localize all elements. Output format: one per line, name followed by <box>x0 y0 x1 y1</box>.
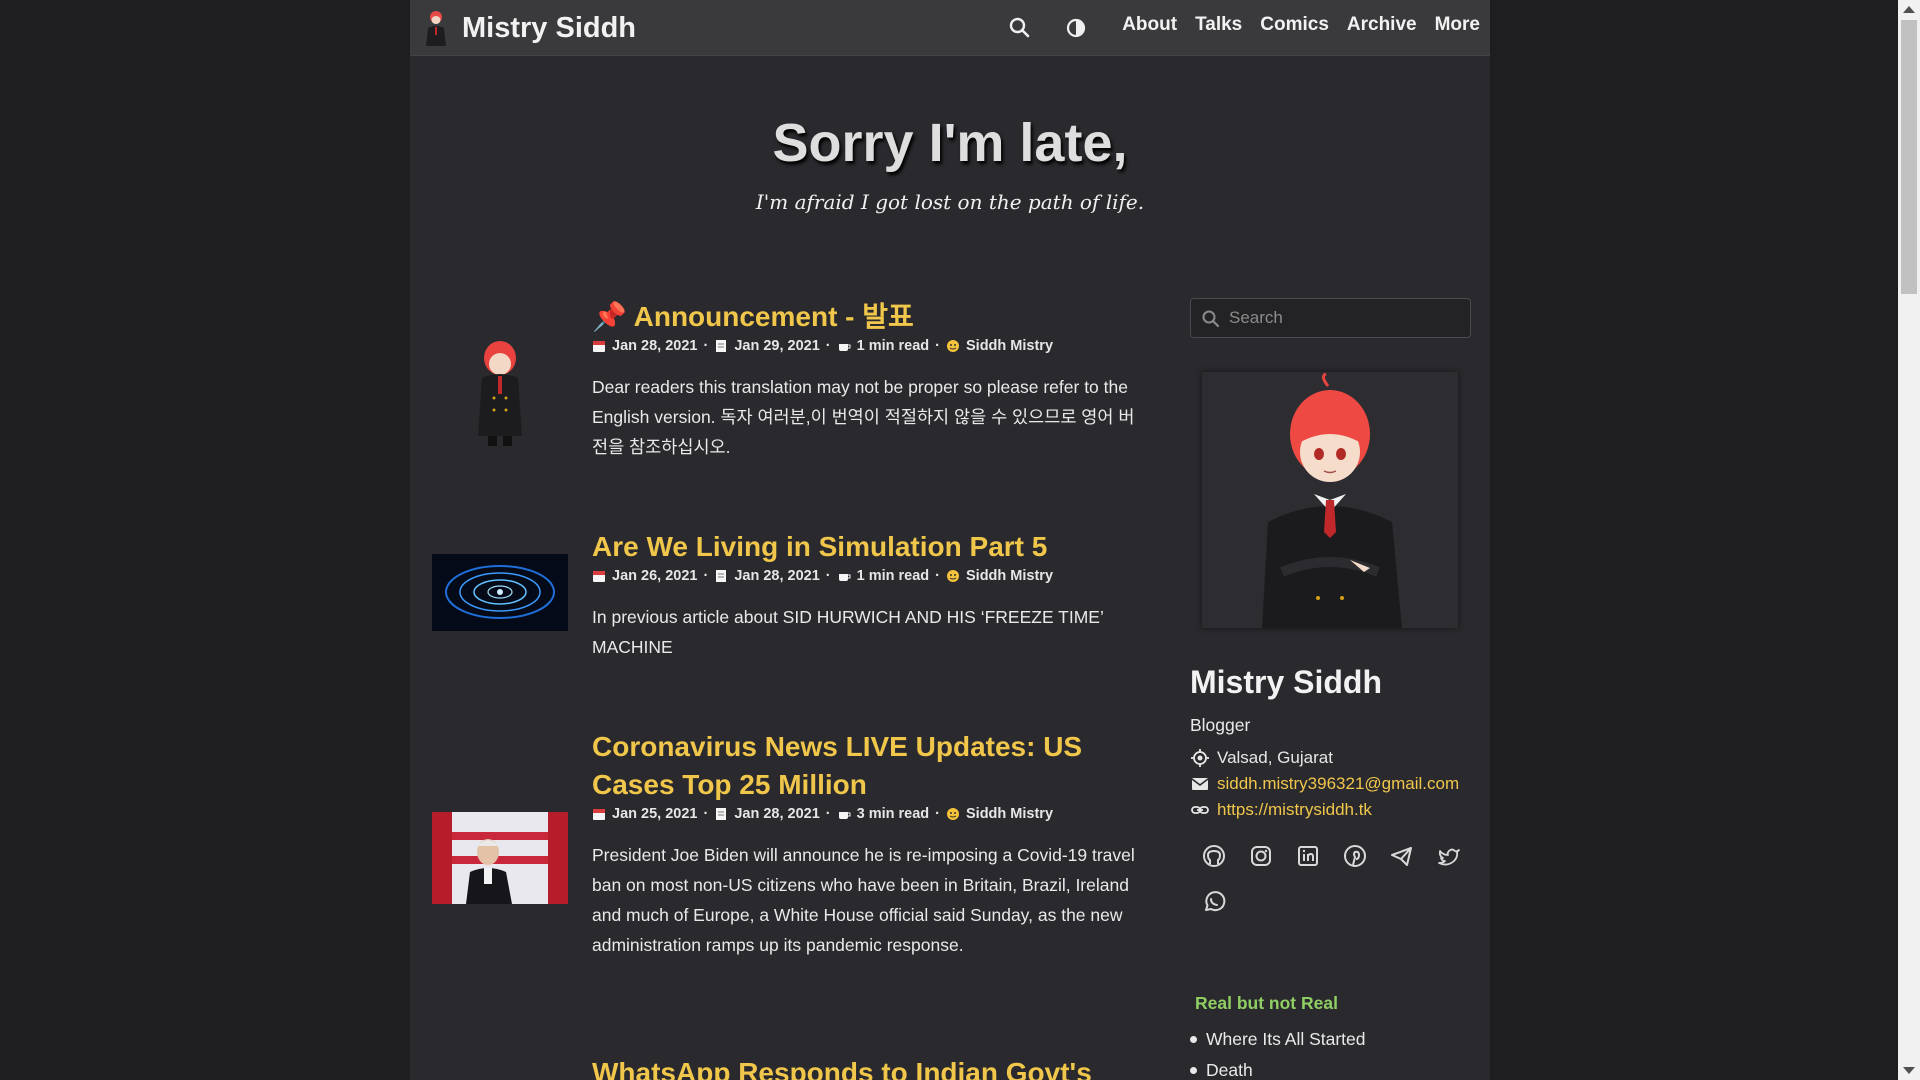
whatsapp-icon[interactable] <box>1200 888 1228 916</box>
pinterest-icon[interactable] <box>1341 842 1369 870</box>
post-body: Coronavirus News LIVE Updates: US Cases … <box>592 728 1137 960</box>
post-body: 📌 Announcement - 발표 Jan 28, 2021 · Jan 2… <box>592 298 1137 462</box>
meta-separator: · <box>825 568 831 584</box>
nav-link-talks[interactable]: Talks <box>1195 14 1242 36</box>
meta-separator: · <box>935 568 940 584</box>
post-read-time: 1 min read <box>856 568 930 584</box>
brand-link[interactable]: Mistry Siddh <box>422 8 636 48</box>
profile-name: Mistry Siddh <box>1190 664 1383 700</box>
memo-icon <box>716 808 727 820</box>
post-date: Jan 28, 2021 <box>612 338 698 354</box>
calendar-icon <box>593 571 605 582</box>
scrollbar-thumb[interactable] <box>1901 20 1917 294</box>
meta-separator: · <box>935 338 940 354</box>
link-icon <box>1191 806 1209 814</box>
search-icon[interactable] <box>1006 14 1034 42</box>
post-meta: Jan 26, 2021 · Jan 28, 2021 · 1 min read… <box>592 568 1137 584</box>
profile-location: Valsad, Gujarat <box>1190 748 1333 768</box>
search-input[interactable] <box>1229 299 1464 337</box>
post-meta: Jan 28, 2021 · Jan 29, 2021 · 1 min read… <box>592 338 1137 354</box>
twitter-icon[interactable] <box>1435 842 1463 870</box>
page-container: Mistry Siddh About Talks Comics Archive … <box>410 0 1490 1080</box>
meta-separator: · <box>825 806 831 822</box>
series-title[interactable]: Real but not Real <box>1195 993 1338 1014</box>
meta-separator: · <box>703 338 709 354</box>
nav-link-archive[interactable]: Archive <box>1347 14 1417 36</box>
scroll-up-icon[interactable] <box>1903 6 1915 13</box>
memo-icon <box>716 570 727 582</box>
meta-separator: · <box>825 338 831 354</box>
post-body: WhatsApp Responds to Indian Govt's <box>592 1054 1137 1080</box>
series-item-label[interactable]: Where Its All Started <box>1206 1024 1366 1055</box>
instagram-icon[interactable] <box>1247 842 1275 870</box>
series-item[interactable]: Death <box>1190 1055 1366 1080</box>
meta-separator: · <box>935 806 940 822</box>
author-icon <box>947 570 959 582</box>
post-body: Are We Living in Simulation Part 5 Jan 2… <box>592 528 1137 662</box>
post-title[interactable]: WhatsApp Responds to Indian Govt's <box>592 1054 1137 1080</box>
nav-link-about[interactable]: About <box>1122 14 1177 36</box>
post-updated: Jan 28, 2021 <box>734 568 820 584</box>
post-date: Jan 26, 2021 <box>612 568 698 584</box>
github-icon[interactable] <box>1200 842 1228 870</box>
author-icon <box>947 340 959 352</box>
author-icon <box>947 808 959 820</box>
telegram-icon[interactable] <box>1388 842 1416 870</box>
post-title-text[interactable]: Announcement - 발표 <box>634 301 914 332</box>
post-read-time: 1 min read <box>856 338 930 354</box>
calendar-icon <box>593 809 605 820</box>
navbar: Mistry Siddh About Talks Comics Archive … <box>410 0 1490 56</box>
nav-link-more[interactable]: More <box>1435 14 1480 36</box>
post-title[interactable]: Coronavirus News LIVE Updates: US Cases … <box>592 728 1137 804</box>
series-item[interactable]: Where Its All Started <box>1190 1024 1366 1055</box>
website-link[interactable]: https://mistrysiddh.tk <box>1217 800 1372 820</box>
post-meta: Jan 25, 2021 · Jan 28, 2021 · 3 min read… <box>592 806 1137 822</box>
profile-role: Blogger <box>1190 715 1251 735</box>
sidebar-search <box>1190 298 1471 338</box>
meta-separator: · <box>703 568 709 584</box>
page-scrollbar[interactable] <box>1898 0 1920 1080</box>
profile-avatar <box>1202 372 1458 628</box>
pin-icon: 📌 <box>592 301 627 332</box>
contrast-icon[interactable] <box>1062 14 1090 42</box>
brand-title: Mistry Siddh <box>462 11 637 44</box>
calendar-icon <box>593 341 605 352</box>
post-summary: President Joe Biden will announce he is … <box>592 845 1135 955</box>
profile-email: siddh.mistry396321@gmail.com <box>1190 774 1459 794</box>
post-read-time: 3 min read <box>856 806 930 822</box>
post-title[interactable]: Are We Living in Simulation Part 5 <box>592 528 1137 566</box>
post-summary: Dear readers this translation may not be… <box>592 377 1135 457</box>
post-date: Jan 25, 2021 <box>612 806 698 822</box>
hero-subtitle: I'm afraid I got lost on the path of lif… <box>755 190 1145 214</box>
linkedin-icon[interactable] <box>1294 842 1322 870</box>
post-author[interactable]: Siddh Mistry <box>966 338 1053 354</box>
meta-separator: · <box>703 806 709 822</box>
post-updated: Jan 29, 2021 <box>734 338 820 354</box>
email-icon <box>1191 778 1209 790</box>
post-title[interactable]: 📌 Announcement - 발표 <box>592 298 1137 336</box>
post-author[interactable]: Siddh Mistry <box>966 568 1053 584</box>
series-item-label[interactable]: Death <box>1206 1055 1253 1080</box>
memo-icon <box>716 340 727 352</box>
post-summary: In previous article about SID HURWICH AN… <box>592 607 1104 657</box>
series-list: Where Its All Started Death <box>1190 1024 1366 1080</box>
scroll-down-icon[interactable] <box>1903 1067 1915 1074</box>
post-author[interactable]: Siddh Mistry <box>966 806 1053 822</box>
brand-avatar-icon <box>426 11 446 46</box>
coffee-icon <box>838 812 851 819</box>
location-text: Valsad, Gujarat <box>1217 748 1333 767</box>
post-thumbnail[interactable] <box>432 314 568 450</box>
post-updated: Jan 28, 2021 <box>734 806 820 822</box>
coffee-icon <box>838 344 851 351</box>
coffee-icon <box>838 574 851 581</box>
nav-links: About Talks Comics Archive More <box>1122 14 1480 36</box>
nav-link-comics[interactable]: Comics <box>1260 14 1329 36</box>
profile-website: https://mistrysiddh.tk <box>1190 800 1372 820</box>
hero-title: Sorry I'm late, <box>772 113 1128 173</box>
search-icon <box>1202 310 1220 328</box>
location-icon <box>1191 749 1209 767</box>
email-link[interactable]: siddh.mistry396321@gmail.com <box>1217 774 1459 794</box>
post-thumbnail[interactable] <box>432 554 568 631</box>
post-thumbnail[interactable] <box>432 812 568 904</box>
